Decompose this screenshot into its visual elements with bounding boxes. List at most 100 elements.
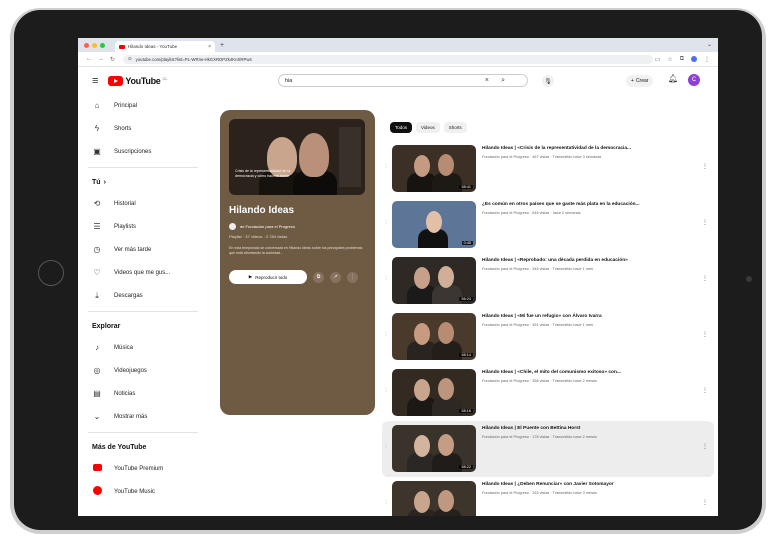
playlist-thumbnail[interactable]: Crisis de la representatividad de la dem…	[229, 119, 365, 195]
sidebar-you-header[interactable]: Tú ›	[78, 172, 208, 192]
sidebar-item-subscriptions[interactable]: ▣ Suscripciones	[78, 140, 208, 163]
thumb-face-left	[414, 491, 430, 513]
bookmark-star-icon[interactable]: ☆	[667, 56, 672, 63]
video-title[interactable]: Hilando Ideas | «Chile, el mito del comu…	[482, 370, 704, 376]
playlist-channel[interactable]: de Fundación para el Progreso	[229, 223, 295, 230]
playlist-video-row[interactable]: ⋮ 58:41 Hilando Ideas | «Crisis de la repr…	[382, 141, 714, 197]
menu-icon[interactable]: ≡	[92, 75, 98, 87]
sidebar-item-music[interactable]: ♪ Música	[78, 336, 208, 359]
video-info: Hilando Ideas | «Mi fue un refugio» con …	[482, 314, 704, 327]
chevron-down-icon: ⌄	[93, 412, 101, 421]
maximize-window-button[interactable]	[100, 42, 105, 48]
more-vert-icon[interactable]: ⋮	[702, 387, 708, 394]
more-vert-icon[interactable]: ⋮	[702, 219, 708, 226]
site-info-icon[interactable]: ⊙	[128, 56, 132, 62]
video-title[interactable]: Hilando Ideas | El Puente con Bettina Ho…	[482, 426, 704, 432]
minimize-window-button[interactable]	[92, 42, 97, 48]
sidebar-item-home[interactable]: ⌂ Principal	[78, 94, 208, 117]
video-thumbnail[interactable]: 0:45	[392, 201, 476, 248]
create-button[interactable]: + Crear	[626, 75, 654, 87]
play-all-button[interactable]: ▶ Reproducir todo	[229, 270, 307, 284]
avatar[interactable]: C	[688, 74, 700, 86]
playlist-video-list: ⋮ 58:41 Hilando Ideas | «Crisis de la repr…	[382, 141, 714, 516]
video-thumbnail[interactable]: 58:14	[392, 313, 476, 360]
close-tab-icon[interactable]: ×	[208, 44, 211, 50]
playlist-video-row[interactable]: ⋮ 58:22 Hilando Ideas | El Puente con Bett…	[382, 421, 714, 477]
video-thumbnail[interactable]: 58:16	[392, 369, 476, 416]
video-title[interactable]: ¿Es común en otros países que se gaste m…	[482, 202, 704, 208]
drag-handle-icon[interactable]: ⋮	[382, 443, 390, 449]
playlist-video-row[interactable]: ⋮ 56:24 Hilando Ideas | «Reprobado: una dé…	[382, 253, 714, 309]
video-title[interactable]: Hilando Ideas | ¿Deben Renunciar» con Ja…	[482, 482, 704, 488]
voice-search-icon[interactable]: 🎙︎	[542, 75, 554, 87]
sidebar-item-shorts[interactable]: ϟ Shorts	[78, 117, 208, 140]
browser-profile-icon[interactable]	[691, 55, 697, 62]
search-input[interactable]: hia × ⌕	[278, 74, 528, 87]
chip-shorts[interactable]: Shorts	[443, 122, 467, 133]
browser-menu-icon[interactable]: ⋮	[704, 56, 710, 63]
playlist-video-row[interactable]: ⋮ 0:45 ¿Es común en otros países que se ga…	[382, 197, 714, 253]
drag-handle-icon[interactable]: ⋮	[382, 499, 390, 505]
sidebar-item-youtube-music[interactable]: YouTube Music	[78, 480, 208, 503]
video-thumbnail[interactable]: 56:24	[392, 257, 476, 304]
save-playlist-button[interactable]: ⧉	[313, 271, 324, 283]
more-vert-icon[interactable]: ⋮	[702, 499, 708, 506]
extensions-icon[interactable]: ⧉	[680, 56, 684, 63]
sidebar-item-chevron-down[interactable]: ⌄ Mostrar más	[78, 405, 208, 428]
more-vert-icon[interactable]: ⋮	[702, 163, 708, 170]
share-button[interactable]: ↗	[330, 271, 341, 283]
more-vert-icon[interactable]: ⋮	[702, 443, 708, 450]
chip-videos[interactable]: Videos	[416, 122, 440, 133]
video-title[interactable]: Hilando Ideas | «Reprobado: una década p…	[482, 258, 704, 264]
thumb-side-strip	[339, 127, 361, 187]
sidebar-item-label: Videos que me gus...	[114, 269, 171, 276]
sidebar-item-playlists[interactable]: ☰ Playlists	[78, 215, 208, 238]
thumb-face-right	[438, 154, 454, 176]
browser-tab[interactable]: Hilando Ideas - YouTube ×	[115, 41, 215, 52]
search-icon[interactable]: ⌕	[501, 77, 505, 85]
cast-icon[interactable]: ▭	[655, 56, 661, 63]
sidebar-item-label: Playlists	[114, 223, 137, 230]
drag-handle-icon[interactable]: ⋮	[382, 387, 390, 393]
video-thumbnail[interactable]: 58:22	[392, 425, 476, 472]
sidebar-item-downloads[interactable]: ⤓ Descargas	[78, 284, 208, 307]
close-window-button[interactable]	[84, 42, 89, 48]
home-button	[38, 260, 64, 286]
forward-icon[interactable]: →	[98, 56, 104, 63]
video-title[interactable]: Hilando Ideas | «Crisis de la representa…	[482, 146, 704, 152]
reload-icon[interactable]: ↻	[110, 56, 115, 63]
sidebar-divider	[88, 432, 198, 433]
more-options-button[interactable]: ⋮	[347, 271, 358, 283]
sidebar-item-gaming[interactable]: ◎ Videojuegos	[78, 359, 208, 382]
video-info: Hilando Ideas | ¿Deben Renunciar» con Ja…	[482, 482, 704, 495]
notifications-bell-icon[interactable]: 🔔︎	[668, 74, 678, 83]
playlist-video-row[interactable]: ⋮ 58:14 Hilando Ideas | «Mi fue un refugio…	[382, 309, 714, 365]
more-vert-icon[interactable]: ⋮	[702, 331, 708, 338]
clear-search-icon[interactable]: ×	[485, 77, 489, 84]
new-tab-button[interactable]: +	[220, 42, 224, 49]
sidebar-item-watch-later[interactable]: ◷ Ver más tarde	[78, 238, 208, 261]
sidebar-item-news[interactable]: ▤ Noticias	[78, 382, 208, 405]
drag-handle-icon[interactable]: ⋮	[382, 163, 390, 169]
video-thumbnail[interactable]: 58:08	[392, 481, 476, 516]
drag-handle-icon[interactable]: ⋮	[382, 275, 390, 281]
video-title[interactable]: Hilando Ideas | «Mi fue un refugio» con …	[482, 314, 704, 320]
youtube-logo[interactable]: YouTube CL	[108, 76, 168, 86]
thumb-face-right	[438, 266, 454, 288]
drag-handle-icon[interactable]: ⋮	[382, 331, 390, 337]
playlists-icon: ☰	[93, 222, 101, 231]
chip-all[interactable]: Todos	[390, 122, 413, 133]
sidebar-item-liked[interactable]: ♡ Videos que me gus...	[78, 261, 208, 284]
tab-list-chevron-icon[interactable]: ⌄	[707, 41, 712, 48]
playlist-video-row[interactable]: ⋮ 58:16 Hilando Ideas | «Chile, el mito de…	[382, 365, 714, 421]
drag-handle-icon[interactable]: ⋮	[382, 219, 390, 225]
url-field[interactable]: ⊙ youtube.com/playlist?list=PL-WRrw-HkGX…	[123, 54, 654, 64]
sidebar-item-label: Shorts	[114, 125, 132, 132]
sidebar-item-youtube-premium[interactable]: YouTube Premium	[78, 457, 208, 480]
video-thumbnail[interactable]: 58:41	[392, 145, 476, 192]
youtube-music-icon	[92, 486, 102, 497]
back-icon[interactable]: ←	[86, 56, 92, 63]
sidebar-item-history[interactable]: ⟲ Historial	[78, 192, 208, 215]
more-vert-icon[interactable]: ⋮	[702, 275, 708, 282]
playlist-video-row[interactable]: ⋮58:08Hilando Ideas | ¿Deben Renunciar» …	[382, 477, 714, 516]
